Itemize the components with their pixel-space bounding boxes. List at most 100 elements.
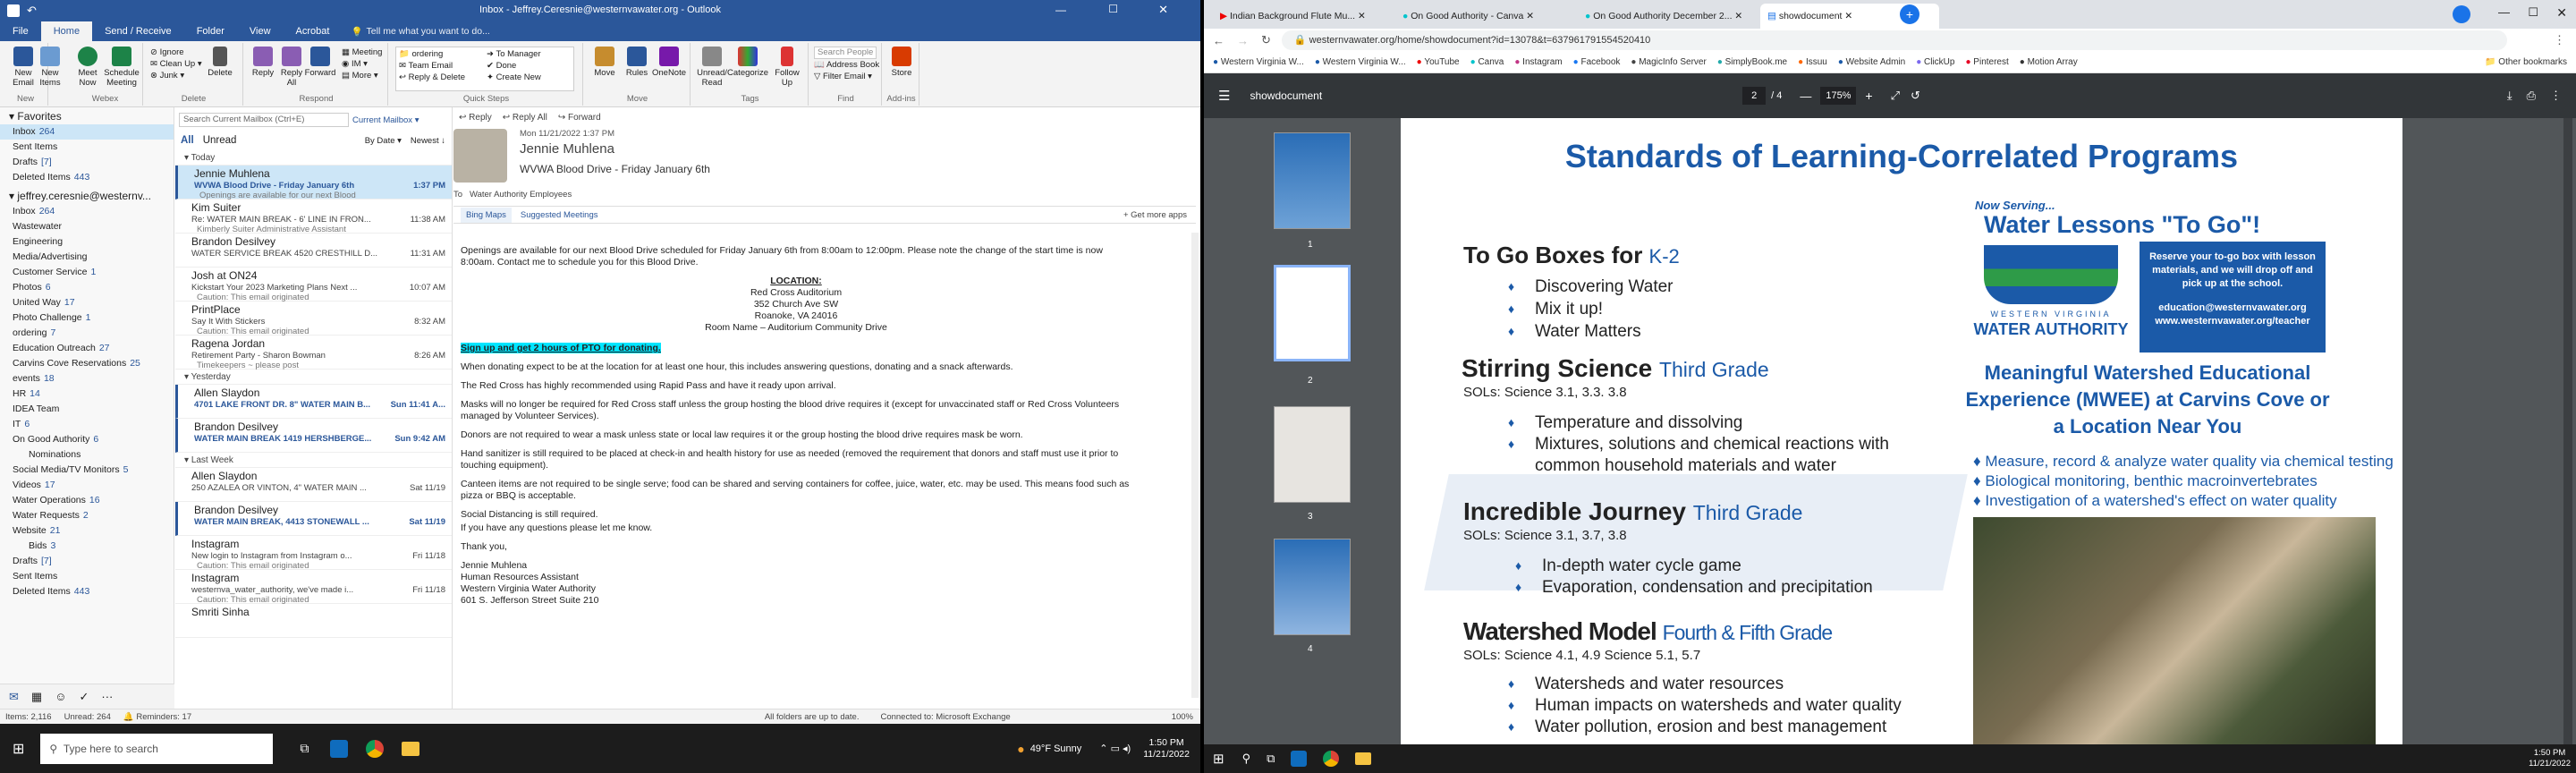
people-icon[interactable]: ☺	[55, 690, 66, 703]
bookmark-item[interactable]: ● Motion Array	[2020, 57, 2078, 67]
reload-icon[interactable]: ↻	[1261, 33, 1271, 47]
message-item[interactable]: PrintPlace Say It With Stickers Caution: T…	[175, 302, 452, 336]
mail-folder[interactable]: Education Outreach 27	[0, 341, 174, 356]
calendar-module-icon[interactable]: ▦	[31, 690, 42, 704]
zoom-in-icon[interactable]: +	[1865, 89, 1872, 103]
rotate-icon[interactable]: ↺	[1911, 89, 1920, 103]
qs-done[interactable]: ✔ Done	[487, 60, 516, 72]
move-button[interactable]: Move	[589, 47, 621, 78]
bookmark-item[interactable]: ● Website Admin	[1838, 57, 1905, 67]
bookmark-item[interactable]: ● Pinterest	[1965, 57, 2008, 67]
mail-folder[interactable]: Wastewater	[0, 219, 174, 234]
windows-start-icon[interactable]: ⊞	[13, 740, 24, 758]
unread-read-button[interactable]: Unread/ Read	[696, 47, 728, 88]
more-modules-icon[interactable]: ···	[101, 690, 113, 703]
tray-icons[interactable]: ⌃ ▭ ◂)	[1099, 743, 1131, 754]
sort-order[interactable]: Newest ↓	[411, 136, 445, 146]
suggested-meetings-addin[interactable]: Suggested Meetings	[521, 210, 598, 220]
mail-folder[interactable]: Carvins Cove Reservations 25	[0, 356, 174, 371]
task-view-icon-2[interactable]: ⧉	[1267, 752, 1275, 766]
im-button[interactable]: ◉ IM ▾	[342, 58, 382, 70]
maximize-icon[interactable]: ☐	[1108, 3, 1118, 15]
message-item[interactable]: Brandon Desilvey WATER MAIN BREAK 1419 HE…	[175, 419, 452, 453]
tell-me-search[interactable]: Tell me what you want to do...	[367, 26, 490, 37]
forward-nav-icon[interactable]: →	[1237, 34, 1249, 47]
tab-view[interactable]: View	[237, 21, 284, 41]
mail-folder[interactable]: Website 21	[0, 523, 174, 539]
reply-button[interactable]: Reply	[247, 47, 279, 78]
back-icon[interactable]: ←	[1213, 34, 1224, 47]
filter-all[interactable]: All	[181, 135, 194, 146]
mail-folder[interactable]: Videos 17	[0, 478, 174, 493]
mail-folder[interactable]: On Good Authority 6	[0, 432, 174, 447]
bookmark-item[interactable]: ● Canva	[1470, 57, 1504, 67]
follow-up-button[interactable]: Follow Up	[771, 47, 803, 88]
bookmark-item[interactable]: ● Western Virginia W...	[1315, 57, 1406, 67]
search-people-input[interactable]: Search People	[814, 47, 877, 59]
chrome-tab-1[interactable]: ▶ Indian Background Flute Mu... ✕	[1213, 4, 1392, 29]
thumbnail-3[interactable]	[1274, 406, 1351, 503]
file-explorer-icon-2[interactable]	[1355, 752, 1372, 765]
outlook-taskbar-icon-2[interactable]	[1291, 751, 1308, 767]
chrome-taskbar-icon-2[interactable]	[1323, 751, 1340, 767]
mail-folder[interactable]: IT 6	[0, 417, 174, 432]
pdf-scrollbar[interactable]	[2563, 118, 2572, 744]
minimize-icon[interactable]: —	[1055, 4, 1066, 16]
message-item[interactable]: Brandon Desilvey WATER SERVICE BREAK 4520…	[175, 234, 452, 268]
get-more-apps[interactable]: + Get more apps	[1123, 210, 1187, 220]
search-icon-2[interactable]: ⚲	[1242, 752, 1251, 766]
mail-folder[interactable]: Media/Advertising	[0, 250, 174, 265]
tab-folder[interactable]: Folder	[184, 21, 237, 41]
clock[interactable]: 1:50 PM 11/21/2022	[1143, 737, 1190, 760]
taskbar-search[interactable]: ⚲ Type here to search	[40, 733, 274, 764]
pdf-page-input[interactable]: 2	[1742, 87, 1767, 105]
tasks-icon[interactable]: ✓	[79, 690, 89, 704]
tab-home[interactable]: Home	[40, 21, 93, 41]
bookmark-item[interactable]: ● Facebook	[1573, 57, 1621, 67]
chrome-close-icon[interactable]: ✕	[2556, 5, 2567, 21]
file-explorer-icon[interactable]	[402, 741, 420, 756]
mailbox-search-input[interactable]: Search Current Mailbox (Ctrl+E)	[179, 113, 349, 127]
account-header[interactable]: ▾ jeffrey.ceresnie@westernv...	[0, 189, 174, 204]
filter-email-button[interactable]: ▽ Filter Email ▾	[814, 71, 879, 82]
task-view-icon[interactable]: ⧉	[300, 741, 309, 756]
tab-file[interactable]: File	[0, 21, 41, 41]
close-icon[interactable]: ✕	[1158, 3, 1168, 17]
meeting-button[interactable]: ▦ Meeting	[342, 47, 382, 58]
qs-create-new[interactable]: ✦ Create New	[487, 72, 541, 83]
onenote-button[interactable]: OneNote	[652, 47, 686, 78]
mail-folder[interactable]: Water Operations 16	[0, 493, 174, 508]
mail-folder[interactable]: Sent Items	[0, 569, 174, 584]
mail-folder[interactable]: IDEA Team	[0, 402, 174, 417]
message-item[interactable]: Jennie Muhlena WVWA Blood Drive - Friday …	[175, 166, 452, 200]
pdf-more-icon[interactable]: ⋮	[2550, 89, 2562, 103]
search-scope-dropdown[interactable]: Current Mailbox ▾	[352, 115, 419, 125]
favorite-folder[interactable]: Sent Items	[0, 140, 174, 155]
mail-folder[interactable]: Water Requests 2	[0, 508, 174, 523]
fit-page-icon[interactable]: ⤢	[1891, 89, 1900, 103]
message-item[interactable]: Allen Slaydon 4701 LAKE FRONT DR. 8" WATE…	[175, 385, 452, 419]
url-field[interactable]: 🔒 westernvawater.org/home/showdocument?i…	[1281, 30, 2507, 50]
message-item[interactable]: Josh at ON24 Kickstart Your 2023 Marketin…	[175, 268, 452, 302]
bookmark-item[interactable]: ● Instagram	[1514, 57, 1562, 67]
favorite-folder[interactable]: Deleted Items 443	[0, 170, 174, 185]
new-tab-button[interactable]: +	[1900, 4, 1919, 24]
other-bookmarks[interactable]: 📁 Other bookmarks	[2485, 57, 2567, 67]
thumbnail-2[interactable]	[1274, 265, 1351, 361]
message-item[interactable]: Brandon Desilvey WATER MAIN BREAK, 4413 S…	[175, 502, 452, 536]
list-group-header[interactable]: ▾ Last Week	[175, 453, 452, 468]
message-item[interactable]: Ragena Jordan Retirement Party - Sharon B…	[175, 336, 452, 370]
mail-folder[interactable]: United Way 17	[0, 295, 174, 310]
delete-button[interactable]: Delete	[204, 47, 236, 78]
bing-maps-addin[interactable]: Bing Maps	[461, 207, 512, 223]
mail-folder[interactable]: Social Media/TV Monitors 5	[0, 463, 174, 478]
filter-unread[interactable]: Unread	[203, 135, 237, 146]
pdf-menu-icon[interactable]: ☰	[1218, 88, 1230, 104]
new-items-button[interactable]: New Items	[34, 47, 66, 88]
message-item[interactable]: Instagram New login to Instagram from Ins…	[175, 536, 452, 571]
clock-2[interactable]: 1:50 PM 11/21/2022	[2529, 748, 2571, 769]
thumbnail-1[interactable]	[1274, 132, 1351, 229]
mail-icon[interactable]: ✉	[9, 690, 19, 704]
message-item[interactable]: Allen Slaydon 250 AZALEA OR VINTON, 4" WA…	[175, 468, 452, 502]
chrome-minimize-icon[interactable]: —	[2498, 5, 2510, 19]
